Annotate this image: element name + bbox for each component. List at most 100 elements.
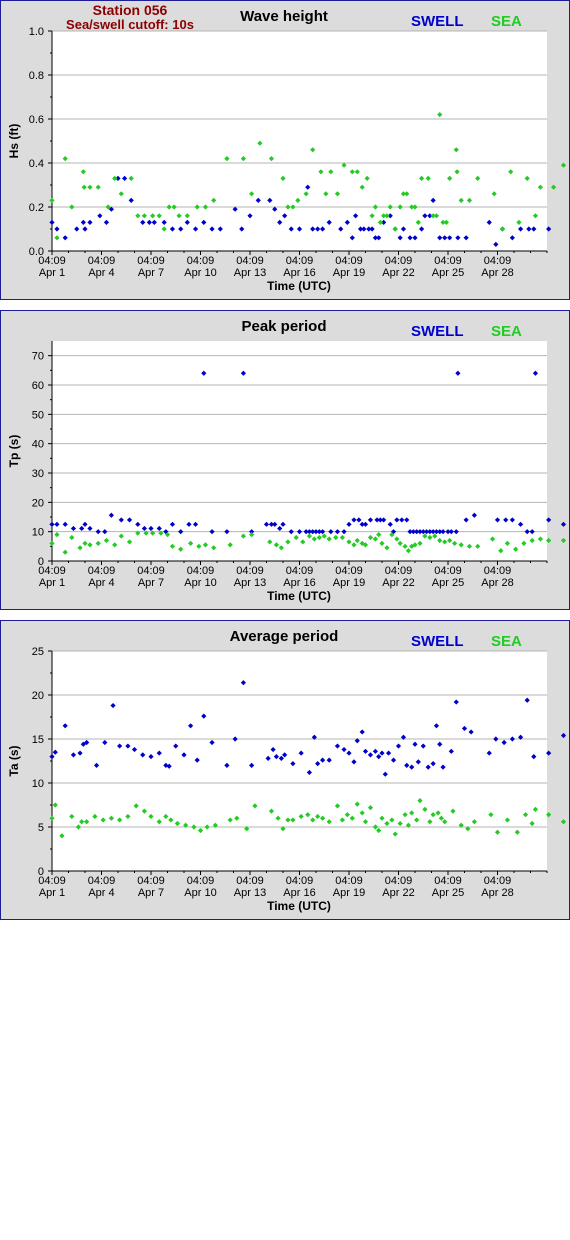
legend-sea: SEA xyxy=(491,323,522,340)
x-tick-date: Apr 7 xyxy=(138,577,164,589)
x-tick-date: Apr 13 xyxy=(234,887,266,899)
plot-area xyxy=(52,341,547,561)
y-tick-label: 15 xyxy=(32,734,44,746)
cutoff-note: Sea/swell cutoff: 10s xyxy=(66,17,194,32)
x-tick-time: 04:09 xyxy=(484,875,512,887)
x-tick-date: Apr 1 xyxy=(39,267,65,279)
sea-point xyxy=(551,184,557,190)
chart-title: Average period xyxy=(230,628,339,645)
plot-area xyxy=(52,31,547,251)
legend-swell: SWELL xyxy=(411,633,464,650)
x-tick-date: Apr 25 xyxy=(432,887,464,899)
y-tick-label: 5 xyxy=(38,822,44,834)
legend-swell: SWELL xyxy=(411,323,464,340)
x-tick-date: Apr 1 xyxy=(39,887,65,899)
x-tick-time: 04:09 xyxy=(434,255,462,267)
sea-point xyxy=(560,819,567,825)
x-tick-date: Apr 7 xyxy=(138,887,164,899)
swell-point xyxy=(560,732,567,739)
y-tick-label: 10 xyxy=(32,778,44,790)
x-tick-date: Apr 25 xyxy=(432,267,464,279)
y-tick-label: 50 xyxy=(32,409,44,421)
y-tick-label: 10 xyxy=(32,527,44,539)
y-tick-label: 30 xyxy=(32,468,44,480)
y-tick-label: 0.2 xyxy=(29,202,44,214)
average-period-chart: 051015202504:09Apr 104:09Apr 404:09Apr 7… xyxy=(7,628,567,913)
sea-point xyxy=(560,537,567,544)
y-tick-label: 20 xyxy=(32,497,44,509)
x-tick-time: 04:09 xyxy=(236,255,264,267)
x-tick-time: 04:09 xyxy=(335,255,363,267)
x-tick-time: 04:09 xyxy=(286,875,314,887)
peak-period-chart: 01020304050607004:09Apr 104:09Apr 404:09… xyxy=(7,318,567,603)
x-tick-time: 04:09 xyxy=(385,255,413,267)
y-tick-label: 1.0 xyxy=(29,26,44,38)
x-axis-label: Time (UTC) xyxy=(267,899,331,913)
x-tick-time: 04:09 xyxy=(335,565,363,577)
y-axis-label: Tp (s) xyxy=(7,435,21,468)
chart-title: Wave height xyxy=(240,8,328,25)
x-tick-time: 04:09 xyxy=(137,875,165,887)
x-tick-time: 04:09 xyxy=(38,255,66,267)
x-tick-date: Apr 16 xyxy=(283,577,315,589)
x-tick-time: 04:09 xyxy=(286,565,314,577)
x-tick-date: Apr 4 xyxy=(88,577,114,589)
x-tick-date: Apr 19 xyxy=(333,887,365,899)
y-tick-label: 0.4 xyxy=(29,158,44,170)
x-tick-date: Apr 10 xyxy=(184,267,216,279)
peak-period-panel: 0 10 20 30 40 50 60 70 04:09 Apr 1 04:09 Apr 4 04:09… xyxy=(0,310,570,610)
x-tick-time: 04:09 xyxy=(385,565,413,577)
x-tick-time: 04:09 xyxy=(137,255,165,267)
x-tick-date: Apr 28 xyxy=(481,887,513,899)
y-axis-label: Hs (ft) xyxy=(7,124,21,159)
y-axis-label: Ta (s) xyxy=(7,745,21,776)
legend-sea: SEA xyxy=(491,13,522,30)
x-tick-time: 04:09 xyxy=(187,875,215,887)
x-tick-date: Apr 13 xyxy=(234,577,266,589)
x-tick-time: 04:09 xyxy=(236,875,264,887)
y-tick-label: 60 xyxy=(32,380,44,392)
y-tick-label: 40 xyxy=(32,439,44,451)
average-period-panel: 0 5 10 15 20 25 04:09 Apr 1 04:09 Apr 4 04:09 Apr 7… xyxy=(0,620,570,920)
x-tick-date: Apr 22 xyxy=(382,887,414,899)
x-tick-date: Apr 19 xyxy=(333,267,365,279)
x-tick-time: 04:09 xyxy=(286,255,314,267)
station-name: Station 056 xyxy=(93,2,168,18)
x-tick-date: Apr 4 xyxy=(88,887,114,899)
x-axis-label: Time (UTC) xyxy=(267,279,331,293)
legend-sea: SEA xyxy=(491,633,522,650)
x-axis-label: Time (UTC) xyxy=(267,589,331,603)
x-tick-date: Apr 1 xyxy=(39,577,65,589)
wave-height-panel: 0.0 0.2 0.4 0.6 0.8 1.0 04:09 Apr 1 04:09 Apr 4 04… xyxy=(0,0,570,300)
y-tick-label: 70 xyxy=(32,351,44,363)
x-tick-date: Apr 19 xyxy=(333,577,365,589)
chart-title: Peak period xyxy=(241,318,326,335)
y-tick-label: 25 xyxy=(32,646,44,658)
x-tick-date: Apr 28 xyxy=(481,267,513,279)
plot-area xyxy=(52,651,547,871)
x-tick-time: 04:09 xyxy=(88,255,116,267)
x-tick-time: 04:09 xyxy=(385,875,413,887)
x-tick-date: Apr 13 xyxy=(234,267,266,279)
x-tick-date: Apr 16 xyxy=(283,267,315,279)
x-tick-date: Apr 22 xyxy=(382,577,414,589)
x-tick-time: 04:09 xyxy=(88,565,116,577)
x-tick-time: 04:09 xyxy=(434,875,462,887)
x-tick-time: 04:09 xyxy=(137,565,165,577)
x-tick-time: 04:09 xyxy=(38,565,66,577)
x-tick-time: 04:09 xyxy=(335,875,363,887)
x-tick-time: 04:09 xyxy=(187,565,215,577)
x-tick-date: Apr 10 xyxy=(184,577,216,589)
wave-height-chart: 0.00.20.40.60.81.004:09Apr 104:09Apr 404… xyxy=(7,2,567,293)
y-tick-label: 20 xyxy=(32,690,44,702)
x-tick-date: Apr 22 xyxy=(382,267,414,279)
y-tick-label: 0.6 xyxy=(29,114,44,126)
x-tick-time: 04:09 xyxy=(434,565,462,577)
x-tick-date: Apr 25 xyxy=(432,577,464,589)
x-tick-time: 04:09 xyxy=(187,255,215,267)
x-tick-date: Apr 28 xyxy=(481,577,513,589)
x-tick-date: Apr 4 xyxy=(88,267,114,279)
legend-swell: SWELL xyxy=(411,13,464,30)
x-tick-date: Apr 7 xyxy=(138,267,164,279)
x-tick-time: 04:09 xyxy=(236,565,264,577)
